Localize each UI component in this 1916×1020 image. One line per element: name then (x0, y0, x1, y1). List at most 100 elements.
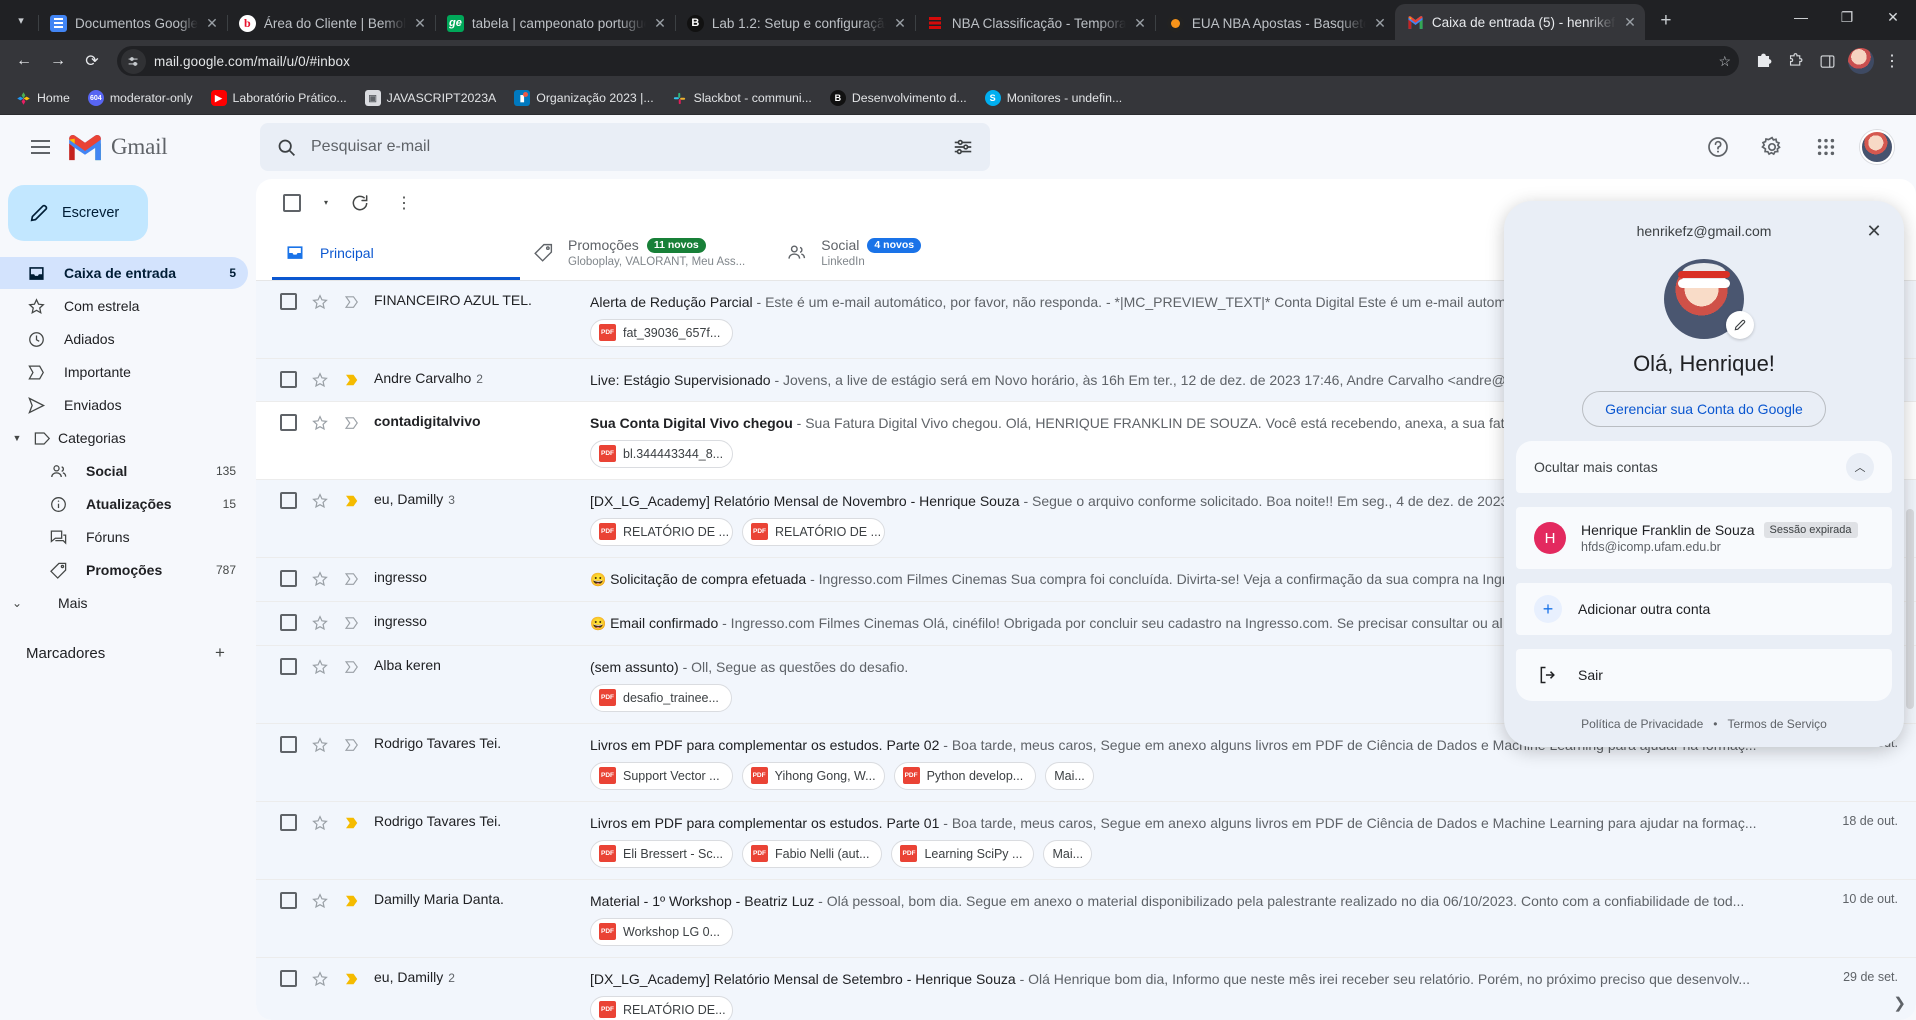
row-checkbox[interactable] (272, 735, 304, 753)
extensions-puzzle-icon[interactable] (1780, 46, 1810, 76)
tab-close-icon[interactable]: ✕ (1134, 16, 1146, 30)
select-all-checkbox[interactable] (272, 183, 312, 223)
row-checkbox[interactable] (272, 370, 304, 388)
star-icon[interactable] (304, 613, 336, 632)
minimize-button[interactable]: — (1778, 0, 1824, 34)
attachment-chip[interactable]: PDF RELATÓRIO DE ... (590, 517, 733, 546)
row-checkbox[interactable] (272, 613, 304, 631)
star-icon[interactable] (304, 657, 336, 676)
important-marker-icon[interactable] (336, 569, 368, 588)
important-marker-icon[interactable] (336, 657, 368, 676)
bookmark-item[interactable]: ▶ Laboratório Prático... (204, 87, 354, 109)
manage-google-account-button[interactable]: Gerenciar sua Conta do Google (1582, 391, 1826, 427)
star-icon[interactable] (304, 292, 336, 311)
select-dropdown-icon[interactable]: ▾ (316, 183, 336, 223)
bookmark-item[interactable]: Home (8, 87, 77, 109)
star-icon[interactable] (304, 813, 336, 832)
bookmark-item[interactable]: B Desenvolvimento d... (823, 87, 974, 109)
important-marker-icon[interactable] (336, 613, 368, 632)
row-checkbox[interactable] (272, 969, 304, 987)
sidebar-item-inbox[interactable]: Caixa de entrada 5 (0, 257, 248, 289)
row-checkbox[interactable] (272, 491, 304, 509)
tab-close-icon[interactable]: ✕ (1624, 15, 1636, 29)
row-checkbox[interactable] (272, 657, 304, 675)
important-marker-icon[interactable] (336, 370, 368, 389)
attachment-chip[interactable]: PDF fat_39036_657f... (590, 318, 733, 347)
close-window-button[interactable]: ✕ (1870, 0, 1916, 34)
sidebar-item-forums[interactable]: Fóruns (0, 521, 248, 553)
sidepanel-icon[interactable] (1812, 46, 1842, 76)
add-account-row[interactable]: + Adicionar outra conta (1516, 583, 1892, 635)
attachment-chip[interactable]: PDF Support Vector ... (590, 761, 733, 790)
tab-search-chevron-icon[interactable]: ▾ (4, 4, 38, 36)
maximize-button[interactable]: ❐ (1824, 0, 1870, 34)
bookmark-star-icon[interactable]: ☆ (1718, 53, 1731, 70)
next-page-button[interactable]: ❯ (1893, 994, 1906, 1012)
add-label-button[interactable]: + (204, 637, 236, 669)
sidebar-item-updates[interactable]: Atualizações 15 (0, 488, 248, 520)
attachment-chip[interactable]: PDF Workshop LG 0... (590, 917, 733, 946)
tab-close-icon[interactable]: ✕ (894, 16, 906, 30)
important-marker-icon[interactable] (336, 891, 368, 910)
attachment-chip[interactable]: PDF Yihong Gong, W... (741, 761, 885, 790)
browser-tab[interactable]: Documentos Google ✕ (38, 6, 227, 40)
browser-tab[interactable]: EUA NBA Apostas - Basquete O ✕ (1154, 6, 1395, 40)
row-checkbox[interactable] (272, 813, 304, 831)
bookmark-item[interactable]: ▮ Organização 2023 |... (507, 87, 660, 109)
attachment-chip[interactable]: PDF RELATÓRIO DE ... (742, 517, 885, 546)
sidebar-item-snoozed[interactable]: Adiados (0, 323, 248, 355)
bookmark-item[interactable]: 604 moderator-only (81, 87, 200, 109)
important-marker-icon[interactable] (336, 413, 368, 432)
table-row[interactable]: Damilly Maria Danta. Material - 1º Works… (256, 879, 1916, 958)
attachment-chip[interactable]: PDF desafio_trainee... (590, 683, 732, 712)
reload-button[interactable]: ⟳ (76, 45, 108, 77)
sidebar-item-categories[interactable]: ▼ Categorias (0, 422, 248, 454)
more-attachments-chip[interactable]: Mai... (1045, 761, 1094, 790)
edit-avatar-icon[interactable] (1726, 311, 1754, 339)
more-vert-icon[interactable]: ⋮ (384, 183, 424, 223)
browser-tab[interactable]: B Lab 1.2: Setup e configuração - ✕ (674, 6, 915, 40)
browser-tab-active[interactable]: Caixa de entrada (5) - henrikefz ✕ (1394, 4, 1645, 40)
vertical-scrollbar[interactable] (1906, 509, 1914, 709)
attachment-chip[interactable]: PDF RELATÓRIO DE... (590, 995, 733, 1020)
important-marker-icon[interactable] (336, 735, 368, 754)
signout-row[interactable]: Sair (1516, 649, 1892, 701)
sidebar-item-promotions[interactable]: Promoções 787 (0, 554, 248, 586)
chevron-down-icon[interactable]: ⌄ (8, 596, 26, 610)
sidebar-item-social[interactable]: Social 135 (0, 455, 248, 487)
important-marker-icon[interactable] (336, 491, 368, 510)
table-row[interactable]: eu, Damilly 2 [DX_LG_Academy] Relatório … (256, 957, 1916, 1020)
chevron-down-icon[interactable]: ▼ (8, 433, 26, 443)
sidebar-item-important[interactable]: Importante (0, 356, 248, 388)
more-attachments-chip[interactable]: Mai... (1043, 839, 1093, 868)
star-icon[interactable] (304, 370, 336, 389)
terms-link[interactable]: Termos de Serviço (1727, 717, 1826, 731)
hide-accounts-card[interactable]: Ocultar mais contas ︿ (1516, 441, 1892, 493)
browser-tab[interactable]: NBA Classificação - Temporada ✕ (914, 6, 1155, 40)
tab-principal[interactable]: Principal (272, 226, 520, 280)
search-input[interactable]: Pesquisar e-mail (260, 123, 990, 171)
bookmark-item[interactable]: Slackbot - communi... (665, 87, 819, 109)
attachment-chip[interactable]: PDF Eli Bressert - Sc... (590, 839, 733, 868)
address-bar[interactable]: mail.google.com/mail/u/0/#inbox ☆ (117, 46, 1739, 76)
browser-tab[interactable]: b Área do Cliente | Bemol ✕ (226, 6, 435, 40)
tab-close-icon[interactable]: ✕ (1374, 16, 1386, 30)
sidebar-item-sent[interactable]: Enviados (0, 389, 248, 421)
settings-gear-icon[interactable] (1748, 123, 1796, 171)
tab-social[interactable]: Social 4 novos LinkedIn (773, 226, 973, 280)
help-icon[interactable] (1694, 123, 1742, 171)
important-marker-icon[interactable] (336, 813, 368, 832)
bookmark-item[interactable]: ▣ JAVASCRIPT2023A (358, 87, 504, 109)
forward-button[interactable]: → (42, 45, 74, 77)
sidebar-item-starred[interactable]: Com estrela (0, 290, 248, 322)
tab-close-icon[interactable]: ✕ (414, 16, 426, 30)
tab-close-icon[interactable]: ✕ (206, 16, 218, 30)
star-icon[interactable] (304, 969, 336, 988)
back-button[interactable]: ← (8, 45, 40, 77)
close-icon[interactable]: ✕ (1858, 215, 1890, 247)
row-checkbox[interactable] (272, 891, 304, 909)
star-icon[interactable] (304, 735, 336, 754)
star-icon[interactable] (304, 569, 336, 588)
star-icon[interactable] (304, 491, 336, 510)
privacy-link[interactable]: Política de Privacidade (1581, 717, 1703, 731)
